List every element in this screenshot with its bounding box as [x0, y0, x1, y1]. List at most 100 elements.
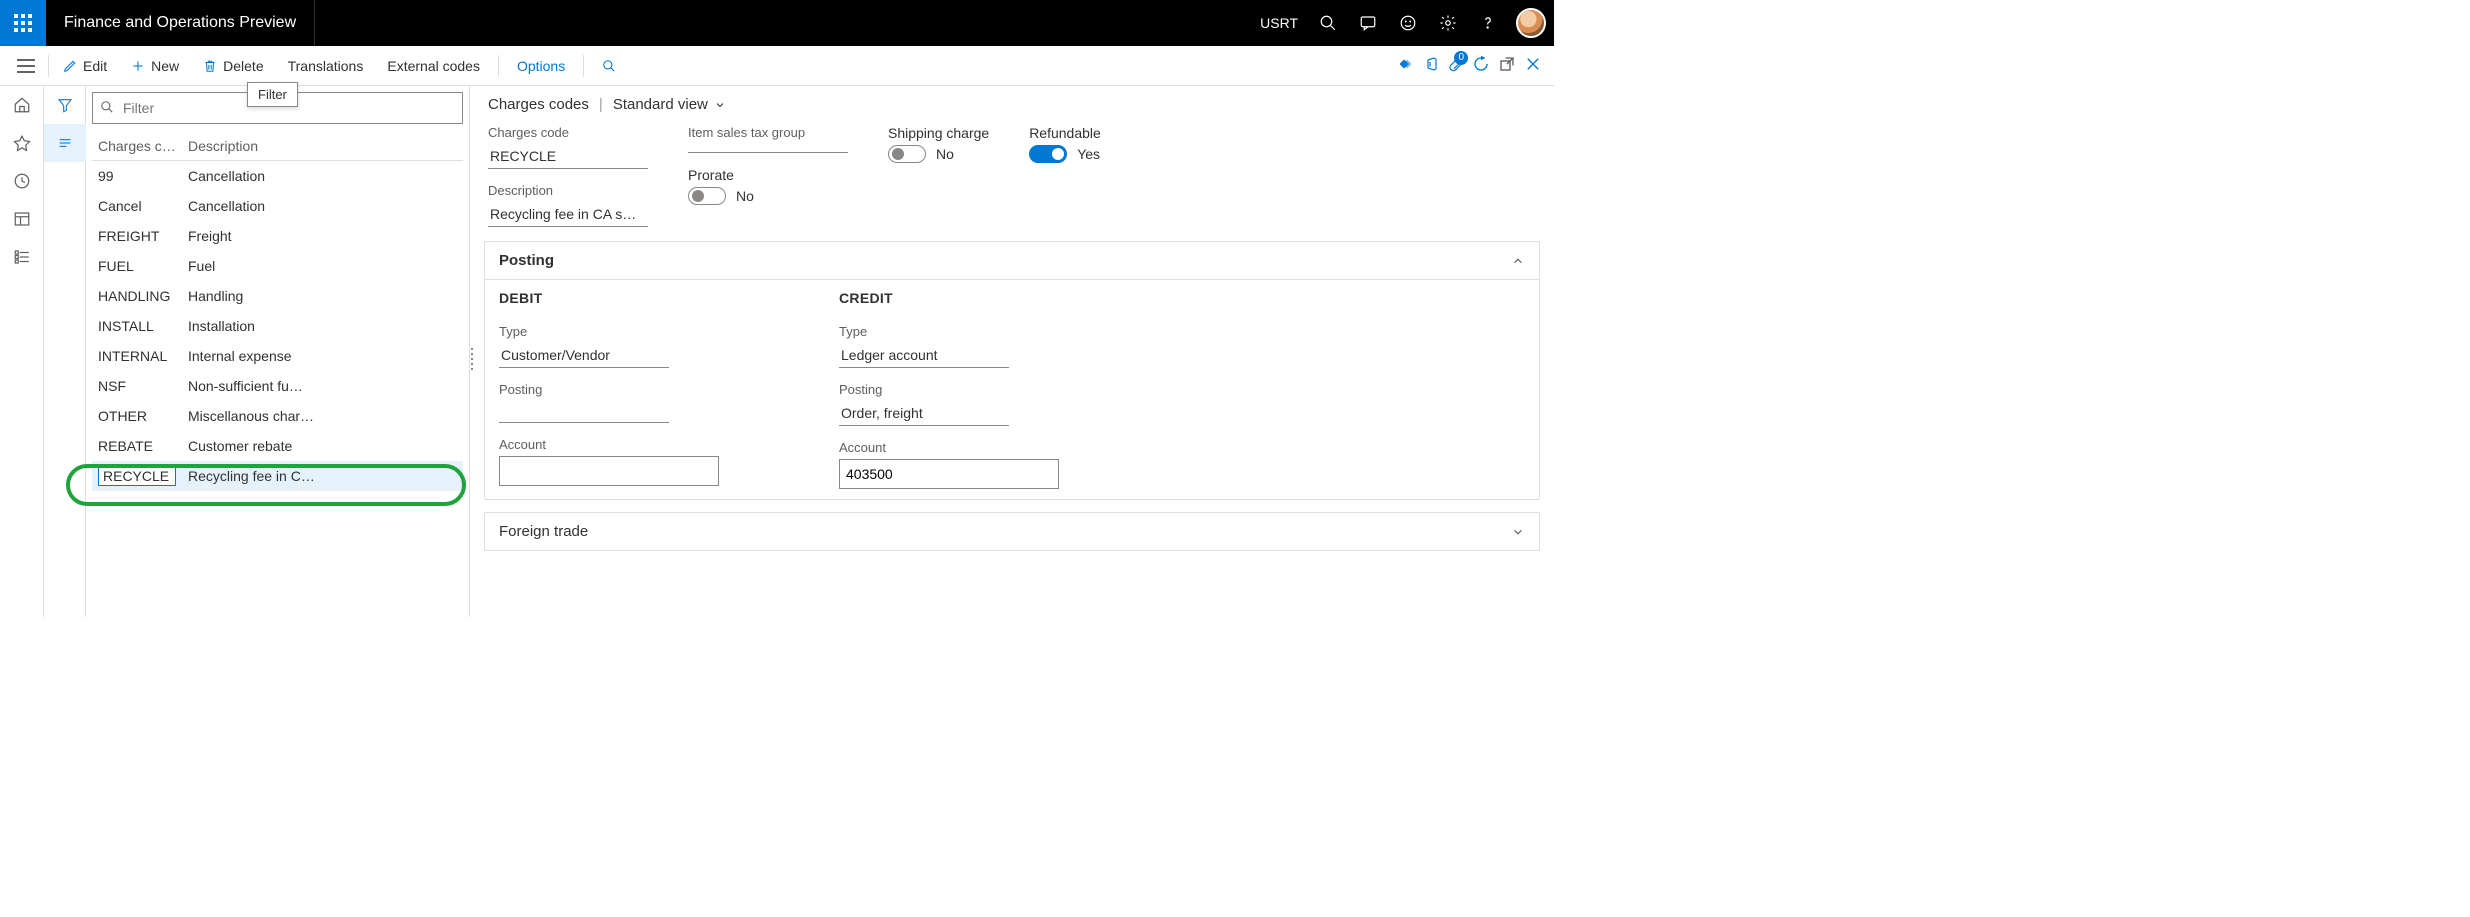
- splitter-handle[interactable]: [469, 346, 475, 372]
- table-row[interactable]: NSFNon-sufficient fu…: [92, 371, 463, 401]
- label-debit-posting: Posting: [499, 382, 749, 397]
- close-button[interactable]: [1524, 55, 1542, 76]
- list-lines-icon: [57, 135, 73, 151]
- nav-toggle-button[interactable]: [6, 46, 46, 86]
- related-info-button[interactable]: [44, 124, 86, 162]
- list-header: Charges c… Description: [92, 138, 463, 161]
- fasttab-foreign-trade-header[interactable]: Foreign trade: [485, 513, 1539, 550]
- input-debit-account[interactable]: [499, 456, 719, 486]
- filter-pane-button[interactable]: [44, 86, 86, 124]
- cell-desc: Non-sufficient fu…: [188, 378, 457, 394]
- new-button[interactable]: New: [123, 50, 187, 82]
- cell-desc: Internal expense: [188, 348, 457, 364]
- diamond-icon: [1398, 55, 1416, 73]
- popout-button[interactable]: [1498, 55, 1516, 76]
- chevron-down-icon: [1511, 525, 1525, 539]
- attachments-button[interactable]: 0: [1448, 55, 1464, 76]
- toggle-refundable[interactable]: [1029, 145, 1067, 163]
- label-prorate: Prorate: [688, 167, 848, 183]
- value-prorate: No: [736, 188, 754, 204]
- refresh-button[interactable]: [1472, 55, 1490, 76]
- label-credit-posting: Posting: [839, 382, 1089, 397]
- cell-desc: Fuel: [188, 258, 457, 274]
- cell-desc: Recycling fee in C…: [188, 468, 457, 484]
- filter-strip: [44, 86, 86, 617]
- app-launcher-button[interactable]: [0, 0, 46, 46]
- search-icon: [602, 59, 616, 73]
- table-row[interactable]: FREIGHTFreight: [92, 221, 463, 251]
- debit-heading: DEBIT: [499, 290, 749, 306]
- table-row[interactable]: FUELFuel: [92, 251, 463, 281]
- table-row[interactable]: RECYCLERecycling fee in C…: [92, 461, 463, 491]
- help-button[interactable]: [1468, 0, 1508, 46]
- edit-label: Edit: [83, 58, 107, 74]
- table-row[interactable]: 99Cancellation: [92, 161, 463, 191]
- toggle-prorate[interactable]: [688, 187, 726, 205]
- top-bar: Finance and Operations Preview USRT: [0, 0, 1554, 46]
- translations-label: Translations: [288, 58, 364, 74]
- settings-button[interactable]: [1428, 0, 1468, 46]
- nav-modules-button[interactable]: [0, 238, 44, 276]
- nav-recent-button[interactable]: [0, 162, 44, 200]
- value-description[interactable]: Recycling fee in CA s…: [488, 202, 648, 227]
- table-row[interactable]: CancelCancellation: [92, 191, 463, 221]
- cell-code: FUEL: [98, 258, 188, 274]
- edit-button[interactable]: Edit: [55, 50, 115, 82]
- nav-favorites-button[interactable]: [0, 124, 44, 162]
- nav-home-button[interactable]: [0, 86, 44, 124]
- office-button[interactable]: [1424, 55, 1440, 76]
- external-codes-button[interactable]: External codes: [379, 50, 488, 82]
- home-icon: [13, 96, 31, 114]
- value-credit-type[interactable]: Ledger account: [839, 343, 1009, 368]
- col-header-desc[interactable]: Description: [188, 138, 457, 154]
- table-row[interactable]: INTERNALInternal expense: [92, 341, 463, 371]
- plus-icon: [131, 59, 145, 73]
- value-item-tax[interactable]: [688, 144, 848, 153]
- table-row[interactable]: REBATECustomer rebate: [92, 431, 463, 461]
- view-label: Standard view: [613, 96, 708, 113]
- messages-button[interactable]: [1348, 0, 1388, 46]
- search-button[interactable]: [1308, 0, 1348, 46]
- translations-button[interactable]: Translations: [280, 50, 372, 82]
- chevron-up-icon: [1511, 254, 1525, 268]
- breadcrumb-entity[interactable]: Charges codes: [488, 96, 589, 113]
- credit-heading: CREDIT: [839, 290, 1089, 306]
- power-apps-button[interactable]: [1398, 55, 1416, 76]
- cell-code: OTHER: [98, 408, 188, 424]
- find-button[interactable]: [594, 50, 624, 82]
- delete-button[interactable]: Delete: [195, 50, 271, 82]
- value-charges-code[interactable]: RECYCLE: [488, 144, 648, 169]
- cell-code: FREIGHT: [98, 228, 188, 244]
- cell-code: Cancel: [98, 198, 188, 214]
- input-credit-account[interactable]: [839, 459, 1059, 489]
- smile-icon: [1399, 14, 1417, 32]
- col-header-code[interactable]: Charges c…: [98, 138, 188, 154]
- table-row[interactable]: HANDLINGHandling: [92, 281, 463, 311]
- options-button[interactable]: Options: [509, 50, 573, 82]
- company-label[interactable]: USRT: [1250, 15, 1308, 31]
- value-debit-type[interactable]: Customer/Vendor: [499, 343, 669, 368]
- fasttab-posting-title: Posting: [499, 252, 554, 269]
- feedback-button[interactable]: [1388, 0, 1428, 46]
- toggle-shipping[interactable]: [888, 145, 926, 163]
- cell-code: 99: [98, 168, 188, 184]
- table-row[interactable]: OTHERMiscellanous char…: [92, 401, 463, 431]
- clock-icon: [13, 172, 31, 190]
- user-avatar[interactable]: [1516, 8, 1546, 38]
- nav-workspaces-button[interactable]: [0, 200, 44, 238]
- value-credit-posting[interactable]: Order, freight: [839, 401, 1009, 426]
- fasttab-posting-header[interactable]: Posting: [485, 242, 1539, 279]
- tooltip: Filter: [247, 82, 298, 107]
- value-debit-posting[interactable]: [499, 401, 669, 423]
- attachments-badge: 0: [1454, 51, 1468, 65]
- cell-desc: Cancellation: [188, 198, 457, 214]
- table-row[interactable]: INSTALLInstallation: [92, 311, 463, 341]
- pencil-icon: [63, 59, 77, 73]
- value-refundable: Yes: [1077, 146, 1100, 162]
- view-selector[interactable]: Standard view: [613, 96, 726, 113]
- waffle-icon: [14, 14, 32, 32]
- refresh-icon: [1472, 55, 1490, 73]
- label-description: Description: [488, 183, 648, 198]
- modules-icon: [13, 248, 31, 266]
- breadcrumb-separator: |: [599, 96, 603, 113]
